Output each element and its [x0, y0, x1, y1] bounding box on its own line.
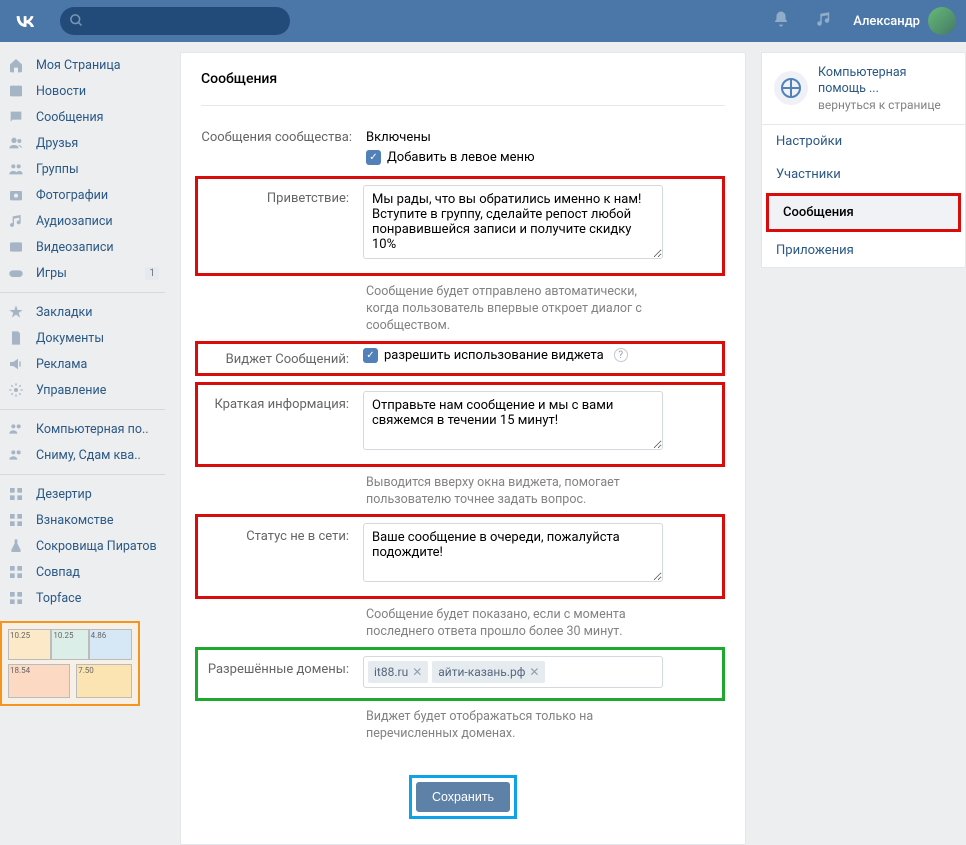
textarea-greeting[interactable] — [363, 185, 663, 259]
help-icon[interactable]: ? — [614, 348, 628, 362]
label-brief: Краткая информация: — [198, 391, 363, 412]
label-offline: Статус не в сети: — [198, 523, 363, 544]
video-icon — [6, 239, 26, 255]
bell-icon[interactable] — [772, 10, 790, 32]
star-icon — [6, 304, 26, 320]
flask-icon — [6, 538, 26, 554]
checkbox-widget[interactable]: ✓ — [363, 348, 378, 363]
nav-item-игры[interactable]: Игры1 — [0, 260, 165, 286]
msg-icon — [6, 109, 26, 125]
games-icon — [6, 265, 26, 281]
textarea-offline[interactable] — [363, 523, 663, 582]
vk-logo[interactable] — [10, 6, 40, 36]
avatar — [928, 7, 956, 35]
nav-badge: 1 — [145, 267, 159, 280]
nav-item-фотографии[interactable]: Фотографии — [0, 182, 165, 208]
nav-item-сокровища-пиратов[interactable]: Сокровища Пиратов — [0, 533, 165, 559]
settings-menu-Участники[interactable]: Участники — [762, 158, 965, 191]
community-icon — [774, 71, 808, 105]
search-wrap — [60, 7, 290, 35]
app-icon — [6, 486, 26, 502]
docs-icon — [6, 330, 26, 346]
music-icon[interactable] — [815, 10, 833, 32]
header: Александр — [0, 0, 966, 42]
right-column: Компьютерная помощь ... вернуться к стра… — [761, 52, 966, 845]
label-greeting: Приветствие: — [198, 185, 363, 206]
domains-input[interactable]: it88.ru ✕айти-казань.рф ✕ — [363, 656, 663, 688]
nav-item-сообщения[interactable]: Сообщения — [0, 104, 165, 130]
nav-item-друзья[interactable]: Друзья — [0, 130, 165, 156]
domain-token: айти-казань.рф ✕ — [432, 661, 545, 683]
hint-brief: Выводится вверху окна виджета, помогает … — [366, 475, 666, 509]
app-icon — [6, 512, 26, 528]
settings-menu-Настройки[interactable]: Настройки — [762, 125, 965, 158]
nav-item-видеозаписи[interactable]: Видеозаписи — [0, 234, 165, 260]
nav-item-управление[interactable]: Управление — [0, 377, 165, 403]
checkbox-left-menu[interactable]: ✓ — [366, 150, 381, 165]
nav-item-сниму-сдам-ква-[interactable]: Сниму, Сдам ква.. — [0, 442, 165, 468]
community-title: Компьютерная помощь ... — [818, 65, 953, 98]
nav-item-аудиозаписи[interactable]: Аудиозаписи — [0, 208, 165, 234]
nav-item-topface[interactable]: Topface — [0, 585, 165, 611]
nav-item-моя-страница[interactable]: Моя Страница — [0, 52, 165, 78]
nav-item-дезертир[interactable]: Дезертир — [0, 481, 165, 507]
user-menu[interactable]: Александр — [853, 7, 956, 35]
people-icon — [6, 421, 26, 437]
nav-item-закладки[interactable]: Закладки — [0, 299, 165, 325]
left-nav: Моя СтраницаНовостиСообщенияДрузьяГруппы… — [0, 52, 165, 845]
content-panel: Сообщения Сообщения сообщества: Включены… — [180, 52, 746, 845]
value-community-messages: Включены — [366, 124, 666, 145]
promo-floorplan[interactable]: 10.2510.254.8618.547.50 — [0, 621, 140, 706]
nav-item-документы[interactable]: Документы — [0, 325, 165, 351]
community-back-link: вернуться к странице — [818, 98, 953, 112]
remove-token-icon[interactable]: ✕ — [412, 665, 422, 679]
textarea-brief[interactable] — [363, 391, 663, 450]
nav-item-взнакомстве[interactable]: Взнакомстве — [0, 507, 165, 533]
ads-icon — [6, 356, 26, 372]
checkbox-widget-label: разрешить использование виджета — [384, 348, 604, 363]
app-icon — [6, 564, 26, 580]
settings-menu-Сообщения[interactable]: Сообщения — [769, 196, 958, 229]
settings-menu: НастройкиУчастники Сообщения Приложения — [762, 125, 965, 267]
search-input[interactable] — [60, 7, 290, 35]
header-icons — [772, 10, 833, 32]
nav-item-группы[interactable]: Группы — [0, 156, 165, 182]
hint-greeting: Сообщение будет отправлено автоматически… — [366, 284, 666, 335]
audio-icon — [6, 213, 26, 229]
page-title: Сообщения — [201, 71, 725, 106]
settings-icon — [6, 382, 26, 398]
hint-domains: Виджет будет отображаться только на пере… — [366, 709, 666, 743]
label-widget: Виджет Сообщений: — [198, 346, 363, 367]
settings-menu-Приложения[interactable]: Приложения — [762, 234, 965, 267]
app-icon — [6, 590, 26, 606]
photo-icon — [6, 187, 26, 203]
search-icon — [69, 13, 84, 32]
save-button[interactable]: Сохранить — [416, 782, 510, 812]
hint-offline: Сообщение будет показано, если с момента… — [366, 607, 666, 641]
checkbox-left-menu-label: Добавить в левое меню — [387, 150, 535, 165]
label-domains: Разрешённые домены: — [198, 656, 363, 677]
friends-icon — [6, 135, 26, 151]
remove-token-icon[interactable]: ✕ — [529, 665, 539, 679]
news-icon — [6, 83, 26, 99]
nav-item-реклама[interactable]: Реклама — [0, 351, 165, 377]
nav-item-компьютерная-по-[interactable]: Компьютерная по.. — [0, 416, 165, 442]
people-icon — [6, 447, 26, 463]
home-icon — [6, 57, 26, 73]
username: Александр — [853, 14, 920, 29]
groups-icon — [6, 161, 26, 177]
domain-token: it88.ru ✕ — [368, 661, 428, 683]
nav-item-совпад[interactable]: Совпад — [0, 559, 165, 585]
label-community-messages: Сообщения сообщества: — [201, 124, 366, 145]
community-header[interactable]: Компьютерная помощь ... вернуться к стра… — [762, 53, 965, 125]
nav-item-новости[interactable]: Новости — [0, 78, 165, 104]
